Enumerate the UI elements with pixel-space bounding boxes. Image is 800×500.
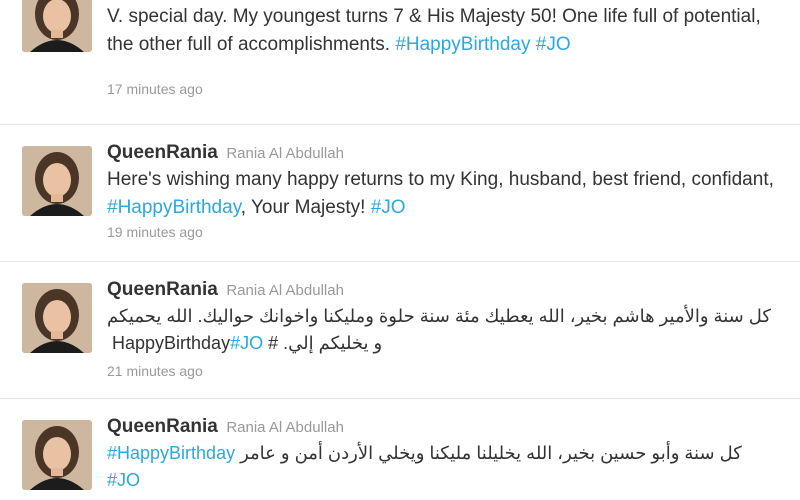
tweet-header: QueenRania Rania Al Abdullah (107, 142, 778, 164)
avatar[interactable] (22, 283, 92, 353)
hashtag-link[interactable]: #JO (536, 34, 571, 55)
tweet-content: QueenRania Rania Al Abdullah كل سنة وأبو… (107, 416, 778, 494)
profile-photo-icon (22, 146, 92, 216)
tweet-header: QueenRania Rania Al Abdullah (107, 416, 778, 438)
tweet-content: QueenRania Rania Al Abdullah كل سنة والأ… (107, 279, 778, 379)
hashtag-link[interactable]: #HappyBirthday (107, 443, 235, 463)
tweet-text-part: , Your Majesty! (240, 197, 371, 218)
full-name: Rania Al Abdullah (226, 419, 344, 436)
tweet-text: كل سنة والأمير هاشم بخير، الله يعطيك مئة… (107, 303, 778, 357)
tweet-text: Here's wishing many happy returns to my … (107, 166, 778, 222)
tweet-content: V. special day. My youngest turns 7 & Hi… (107, 0, 778, 97)
full-name: Rania Al Abdullah (226, 145, 344, 162)
avatar[interactable] (22, 420, 92, 490)
tweet-text: V. special day. My youngest turns 7 & Hi… (107, 3, 778, 59)
hashtag-link[interactable]: #HappyBirthday (107, 197, 241, 218)
hashtag-link[interactable]: #JO (230, 333, 263, 353)
tweet-item[interactable]: QueenRania Rania Al Abdullah كل سنة والأ… (0, 262, 800, 399)
tweet-timeline: V. special day. My youngest turns 7 & Hi… (0, 0, 800, 500)
tweet-item[interactable]: QueenRania Rania Al Abdullah Here's wish… (0, 125, 800, 262)
profile-photo-icon (22, 283, 92, 353)
tweet-text-part: HappyBirthday (107, 333, 231, 353)
tweet-timestamp[interactable]: 17 minutes ago (107, 81, 778, 97)
tweet-text-part: كل سنة وأبو حسين بخير، الله يخليلنا مليك… (235, 443, 742, 463)
tweet-item[interactable]: QueenRania Rania Al Abdullah كل سنة وأبو… (0, 399, 800, 500)
tweet-text-part: Here's wishing many happy returns to my … (107, 169, 774, 190)
tweet-content: QueenRania Rania Al Abdullah Here's wish… (107, 142, 778, 240)
tweet-timestamp[interactable]: 19 minutes ago (107, 224, 778, 240)
screen-name-link[interactable]: QueenRania (107, 279, 218, 300)
full-name: Rania Al Abdullah (226, 282, 344, 299)
avatar[interactable] (22, 146, 92, 216)
hashtag-link[interactable]: #JO (107, 470, 140, 490)
tweet-text-part: # (263, 333, 279, 353)
profile-photo-icon (22, 420, 92, 490)
hashtag-link[interactable]: #HappyBirthday (395, 34, 530, 55)
tweet-item[interactable]: V. special day. My youngest turns 7 & Hi… (0, 0, 800, 125)
screen-name-link[interactable]: QueenRania (107, 416, 218, 437)
hashtag-link[interactable]: #JO (371, 197, 406, 218)
tweet-timestamp[interactable]: 21 minutes ago (107, 363, 778, 379)
avatar[interactable] (22, 0, 92, 52)
profile-photo-icon (22, 0, 92, 52)
tweet-text: كل سنة وأبو حسين بخير، الله يخليلنا مليك… (107, 440, 778, 494)
screen-name-link[interactable]: QueenRania (107, 142, 218, 163)
tweet-header: QueenRania Rania Al Abdullah (107, 279, 778, 301)
